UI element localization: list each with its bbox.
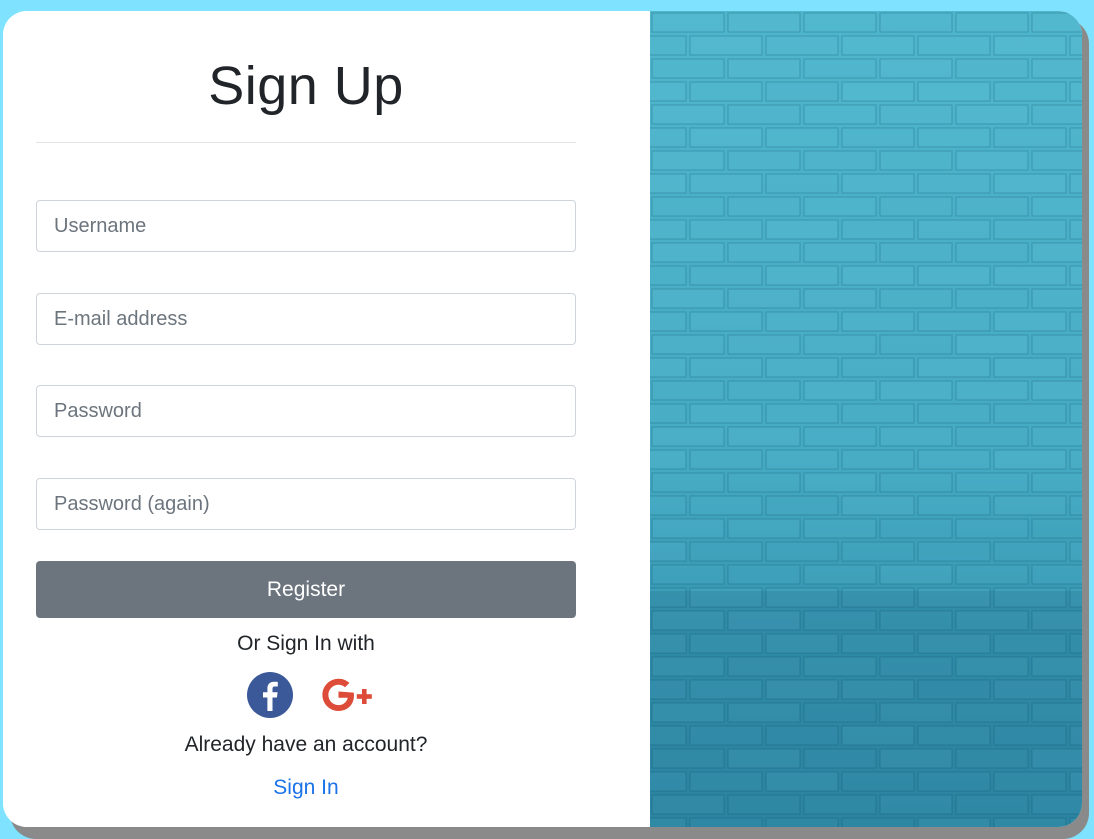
google-plus-icon[interactable] xyxy=(319,673,381,717)
or-sign-in-text: Or Sign In with xyxy=(237,632,375,655)
signup-form-panel: Sign Up Register Or Sign In with Already… xyxy=(3,11,650,827)
password-input[interactable] xyxy=(36,385,576,437)
password-confirm-input[interactable] xyxy=(36,478,576,530)
page-title: Sign Up xyxy=(208,56,404,116)
sign-in-link[interactable]: Sign In xyxy=(36,776,576,800)
signup-card: Sign Up Register Or Sign In with Already… xyxy=(3,11,1082,827)
brick-wall-image xyxy=(650,11,1082,827)
username-input[interactable] xyxy=(36,200,576,252)
facebook-icon[interactable] xyxy=(246,671,294,719)
register-button[interactable]: Register xyxy=(36,561,576,618)
title-divider xyxy=(36,142,576,143)
brick-texture xyxy=(650,12,1082,827)
already-account-text: Already have an account? xyxy=(184,733,428,756)
email-input[interactable] xyxy=(36,293,576,345)
